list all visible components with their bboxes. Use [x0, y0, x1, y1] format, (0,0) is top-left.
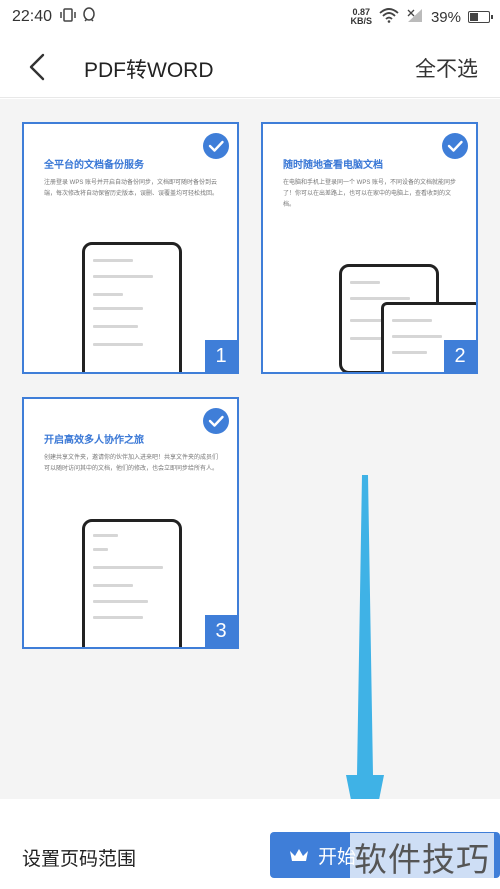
back-button[interactable]: [24, 52, 54, 82]
deselect-all-button[interactable]: 全不选: [415, 53, 478, 83]
battery-icon: [468, 11, 493, 23]
page-number-badge: 3: [205, 615, 237, 647]
page-body-text: 在电脑和手机上登录同一个 WPS 账号，不同设备的文档就能同步了！你可以在出差路…: [283, 180, 457, 208]
page-range-button[interactable]: 设置页码范围: [22, 844, 136, 871]
page-number-badge: 1: [205, 340, 237, 372]
page-heading: 随时随地查看电脑文档: [283, 160, 383, 171]
phone-illustration: [82, 519, 182, 647]
page-thumbnail-2[interactable]: 随时随地查看电脑文档 在电脑和手机上登录同一个 WPS 账号，不同设备的文档就能…: [261, 122, 478, 374]
battery-percent: 39%: [430, 8, 461, 26]
page-title: PDF转WORD: [84, 59, 214, 82]
signal-icon: [406, 8, 424, 27]
qq-icon: [82, 7, 96, 27]
page-grid: 全平台的文档备份服务 注册登录 WPS 账号并开启自动备份同步，文档即可随时备份…: [0, 99, 500, 870]
title-bar: PDF转WORD 全不选: [0, 34, 500, 98]
network-speed-unit: KB/S: [350, 16, 372, 26]
page-body-text: 创建共享文件夹，邀请你的伙伴加入进来吧！共享文件夹的成员们可以随时访问其中的文档…: [44, 455, 219, 472]
page-number-badge: 2: [444, 340, 476, 372]
status-time: 22:40: [12, 8, 53, 25]
page-heading: 全平台的文档备份服务: [44, 160, 144, 171]
page-thumbnail-3[interactable]: 开启高效多人协作之旅 创建共享文件夹，邀请你的伙伴加入进来吧！共享文件夹的成员们…: [22, 397, 239, 649]
watermark-text: 软件技巧: [350, 833, 494, 881]
wifi-icon: [379, 7, 399, 27]
page-thumbnail-1[interactable]: 全平台的文档备份服务 注册登录 WPS 账号并开启自动备份同步，文档即可随时备份…: [22, 122, 239, 374]
checkmark-icon[interactable]: [203, 133, 229, 159]
status-bar: 22:40 0.87 KB/S 39%: [0, 0, 500, 34]
page-body-text: 注册登录 WPS 账号并开启自动备份同步，文档即可随时备份到云端，每次修改将自动…: [44, 180, 219, 197]
checkmark-icon[interactable]: [442, 133, 468, 159]
status-indicators: 0.87 KB/S 39%: [350, 0, 493, 34]
checkmark-icon[interactable]: [203, 408, 229, 434]
phone-illustration: [82, 242, 182, 372]
page-heading: 开启高效多人协作之旅: [44, 435, 144, 446]
vibrate-icon: [60, 8, 76, 26]
crown-icon: [290, 849, 308, 861]
network-speed: 0.87 KB/S: [350, 8, 372, 26]
chevron-left-icon: [29, 53, 45, 81]
